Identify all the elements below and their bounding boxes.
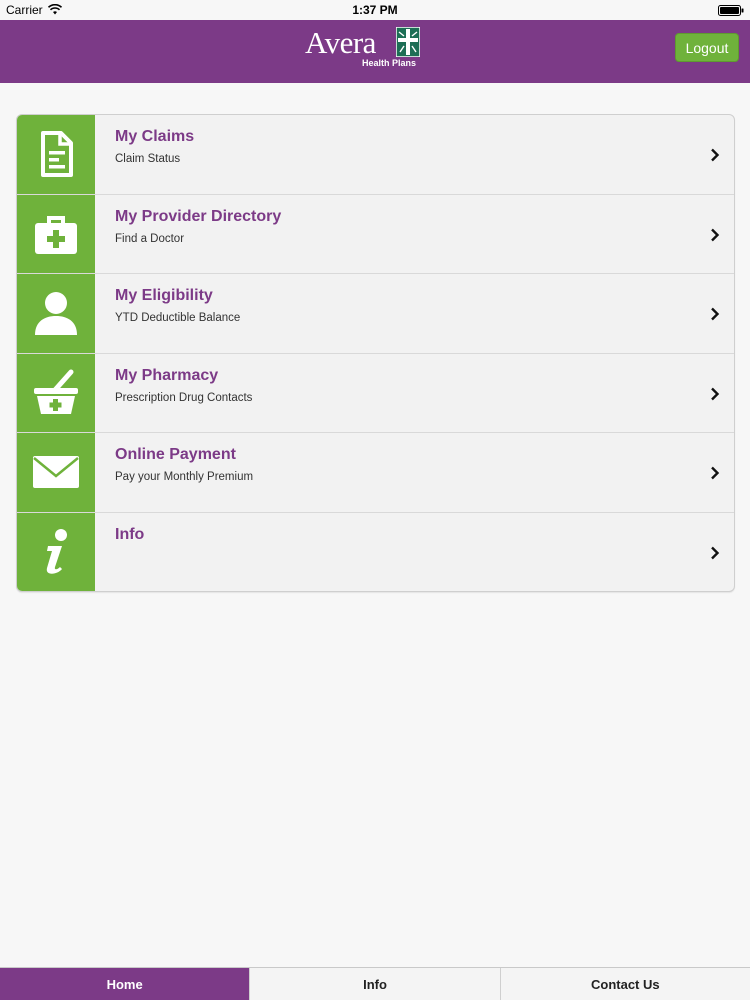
info-icon (46, 529, 67, 574)
document-icon (41, 131, 73, 178)
menu-icon-box (17, 353, 95, 432)
person-icon (35, 292, 77, 336)
medical-kit-icon (35, 215, 77, 254)
menu-icon-box (17, 274, 95, 353)
avera-logo: Avera Health Plans (305, 25, 425, 72)
menu-item-my-claims[interactable]: My Claims Claim Status (17, 115, 734, 195)
tab-bar: Home Info Contact Us (0, 967, 750, 1000)
menu-item-online-payment[interactable]: Online Payment Pay your Monthly Premium (17, 433, 734, 513)
menu-item-title: My Provider Directory (115, 207, 282, 225)
menu-icon-box (17, 115, 95, 194)
menu-item-title: Info (115, 525, 145, 543)
menu-icon-box (17, 194, 95, 273)
chevron-right-icon (711, 228, 720, 241)
tab-home[interactable]: Home (0, 968, 250, 1000)
menu-item-title: My Pharmacy (115, 366, 219, 384)
menu-icon-box (17, 512, 95, 591)
app-header: Avera Health Plans Logout (0, 20, 750, 83)
menu-item-provider-directory[interactable]: My Provider Directory Find a Doctor (17, 194, 734, 274)
chevron-right-icon (711, 307, 720, 321)
envelope-icon (33, 456, 79, 489)
mortar-pestle-icon (34, 369, 78, 414)
menu-item-title: My Claims (115, 128, 195, 145)
status-bar: Carrier 1:37 PM (0, 0, 750, 20)
logo-word: Avera (305, 25, 376, 60)
tab-contact-us[interactable]: Contact Us (499, 968, 750, 1000)
logo-subtitle: Health Plans (362, 58, 417, 68)
menu-icon-box (17, 433, 95, 512)
main-menu: My Claims Claim Status My Provider Direc… (16, 114, 735, 592)
menu-item-my-eligibility[interactable]: My Eligibility YTD Deductible Balance (17, 274, 734, 354)
battery-icon (718, 5, 744, 16)
menu-item-title: My Eligibility (115, 287, 213, 304)
menu-item-subtitle: Pay your Monthly Premium (115, 471, 254, 483)
menu-item-title: Online Payment (115, 446, 236, 463)
chevron-right-icon (711, 148, 720, 162)
chevron-right-icon (711, 466, 720, 480)
status-time: 1:37 PM (352, 3, 398, 17)
logout-button[interactable]: Logout (675, 33, 739, 62)
menu-item-subtitle: Prescription Drug Contacts (115, 391, 253, 404)
menu-item-subtitle: Find a Doctor (115, 232, 185, 245)
menu-item-subtitle: YTD Deductible Balance (115, 312, 241, 324)
logo-cross-icon (396, 27, 420, 57)
menu-item-info[interactable]: Info (17, 512, 734, 591)
chevron-right-icon (711, 546, 720, 559)
chevron-right-icon (711, 387, 720, 400)
menu-item-subtitle: Claim Status (115, 153, 181, 165)
tab-info[interactable]: Info (249, 968, 500, 1000)
menu-item-my-pharmacy[interactable]: My Pharmacy Prescription Drug Contacts (17, 353, 734, 433)
